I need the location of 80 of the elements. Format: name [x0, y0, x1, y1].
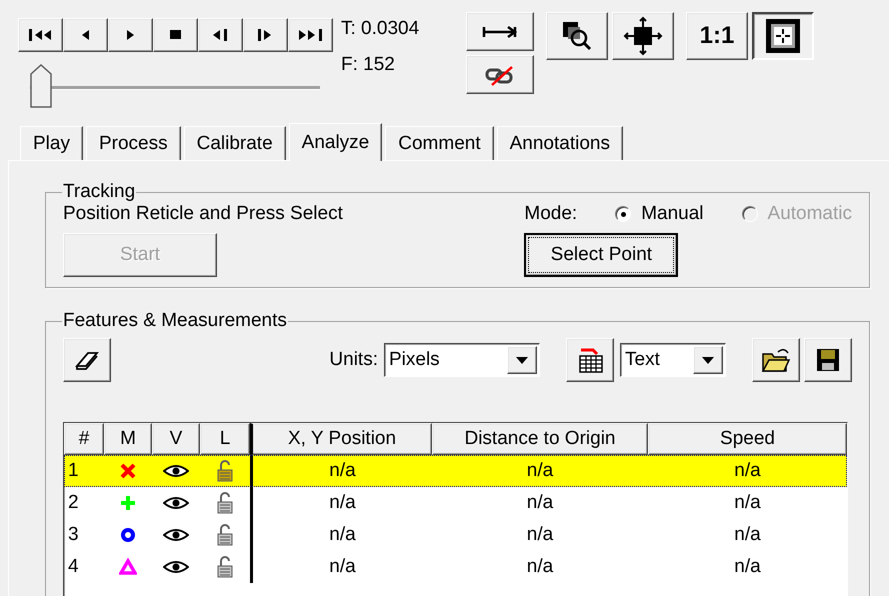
column-header[interactable]: # — [64, 423, 104, 455]
column-header[interactable]: Speed — [648, 423, 847, 455]
step-forward-button[interactable] — [243, 18, 288, 52]
table-cell-text: n/a — [526, 523, 554, 547]
caret-icon — [702, 356, 714, 364]
export-table-button[interactable] — [566, 338, 614, 382]
table-cell-text: 3 — [67, 523, 80, 547]
frame-readout: F: 152 — [341, 54, 396, 76]
move-button[interactable] — [612, 12, 674, 60]
back-button[interactable] — [63, 18, 108, 52]
last-button[interactable] — [288, 18, 333, 52]
fit-to-window-icon — [764, 17, 802, 55]
table-cell-text: n/a — [526, 555, 554, 579]
mode-radio[interactable]: Manual — [615, 203, 704, 225]
span-button[interactable] — [466, 12, 534, 51]
table-cell-text: n/a — [526, 491, 554, 515]
step-back-button[interactable] — [198, 18, 243, 52]
eye-icon — [163, 528, 189, 542]
zoom-button[interactable] — [546, 12, 608, 60]
units-dropdown[interactable]: Pixels — [384, 343, 540, 377]
units-label: Units: — [329, 349, 378, 371]
padlock-icon — [216, 555, 234, 579]
column-header[interactable]: L — [200, 423, 250, 455]
table-row[interactable]: 1 n/a n/a n/a — [64, 455, 847, 487]
table-cell-text: n/a — [526, 459, 554, 483]
eye-icon — [163, 560, 189, 574]
eye-icon — [163, 464, 189, 478]
column-header[interactable]: M — [104, 423, 152, 455]
span-arrow-icon — [482, 24, 518, 40]
table-cell-text: n/a — [733, 523, 762, 547]
column-header[interactable]: Distance to Origin — [432, 423, 648, 455]
zoom-icon — [560, 19, 594, 53]
padlock-icon — [216, 459, 234, 483]
tab[interactable]: Play — [20, 126, 83, 160]
folder-icon — [760, 346, 792, 374]
slider-thumb[interactable] — [30, 64, 52, 108]
group-title: Tracking — [62, 181, 136, 203]
table-cell: n/a — [250, 455, 432, 487]
tab[interactable]: Analyze — [288, 123, 382, 161]
group-title: Features & Measurements — [62, 310, 288, 332]
eraser-button[interactable] — [63, 338, 111, 382]
column-header[interactable]: X, Y Position — [250, 423, 432, 455]
table-cell-text: n/a — [733, 491, 762, 515]
table-cell-text: n/a — [733, 555, 762, 579]
instruction-text: Position Reticle and Press Select — [63, 203, 343, 225]
format-dropdown[interactable]: Text — [620, 343, 726, 377]
eye-icon — [163, 496, 189, 510]
table-cell-text: 1 — [67, 459, 80, 483]
table-cell-text: 2 — [67, 491, 80, 515]
column-header[interactable]: V — [152, 423, 200, 455]
stop-icon — [168, 28, 182, 42]
table-cell: n/a — [250, 519, 432, 551]
tab[interactable]: Comment — [385, 126, 494, 160]
table-cell-text: n/a — [733, 459, 762, 483]
actual-size-button[interactable]: 1:1 — [686, 12, 748, 60]
first-button[interactable] — [18, 18, 63, 52]
tab[interactable]: Annotations — [496, 126, 623, 160]
caret-icon — [516, 356, 528, 364]
eraser-icon — [74, 349, 100, 371]
padlock-icon — [216, 491, 234, 515]
save-button[interactable] — [804, 338, 852, 382]
tab[interactable]: Process — [86, 126, 181, 160]
mode-label: Mode: — [524, 203, 578, 225]
table-row[interactable]: 4 n/a n/a n/a — [64, 551, 847, 583]
fit-button[interactable] — [752, 12, 814, 60]
time-readout: T: 0.0304 — [341, 18, 420, 40]
table-cell-text: 4 — [67, 555, 80, 579]
select-point-button[interactable]: Select Point — [524, 233, 678, 277]
play-button[interactable] — [108, 18, 153, 52]
move-icon — [623, 16, 663, 56]
frame-slider[interactable] — [30, 64, 320, 110]
unlink-button[interactable] — [466, 55, 534, 94]
table-row[interactable]: 2 n/a n/a n/a — [64, 487, 847, 519]
table-cell: n/a — [250, 551, 432, 583]
tab[interactable]: Calibrate — [184, 126, 286, 160]
table-cell: n/a — [250, 487, 432, 519]
table-row[interactable]: 3 n/a n/a n/a — [64, 519, 847, 551]
padlock-icon — [216, 523, 234, 547]
open-folder-button[interactable] — [752, 338, 800, 382]
stop-button[interactable] — [153, 18, 198, 52]
